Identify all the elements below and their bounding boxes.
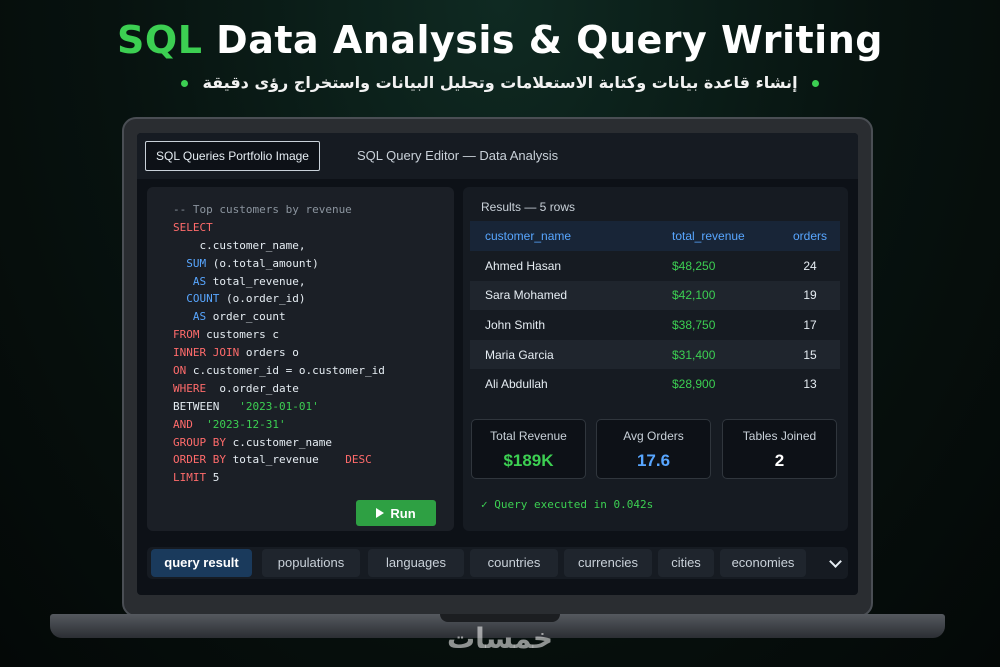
play-icon — [376, 508, 385, 518]
code-limit: 5 — [206, 471, 220, 485]
kw-from: FROM — [173, 328, 200, 342]
table-row[interactable]: Maria Garcia $31,400 15 — [470, 339, 840, 370]
tab-economies[interactable]: economies — [720, 549, 806, 577]
results-table: customer_name total_revenue orders Ahmed… — [470, 221, 840, 399]
kw-between: BETWEEN — [173, 399, 220, 413]
kw-and: AND — [173, 417, 193, 431]
page-title: SQL Data Analysis & Query Writing — [0, 18, 1000, 62]
table-row[interactable]: Ali Abdullah $28,900 13 — [470, 369, 840, 399]
run-button[interactable]: Run — [356, 500, 436, 526]
tab-portfolio[interactable]: SQL Queries Portfolio Image — [145, 141, 320, 171]
stat-card-avg-orders: Avg Orders 17.6 — [596, 419, 711, 479]
col-header-revenue[interactable]: total_revenue — [672, 229, 780, 243]
code-alias: total_revenue, — [206, 274, 306, 288]
code-date-end: '2023-12-31' — [206, 417, 286, 431]
title-accent: SQL — [117, 18, 203, 62]
exec-status: ✓ Query executed in 0.042s — [481, 498, 654, 511]
code-sum-arg: (o.total_amount) — [206, 256, 319, 270]
cell-customer: Sara Mohamed — [485, 288, 568, 303]
stat-value: 2 — [774, 451, 785, 470]
cell-orders: 15 — [803, 347, 817, 362]
table-row[interactable]: Sara Mohamed $42,100 19 — [470, 280, 840, 311]
table-row[interactable]: Ahmed Hasan $48,250 24 — [470, 251, 840, 281]
chevron-down-icon[interactable] — [829, 555, 842, 568]
stat-card-total-revenue: Total Revenue $189K — [471, 419, 586, 479]
cell-orders: 13 — [803, 377, 817, 392]
code-col: c.customer_name, — [199, 238, 306, 252]
sql-code: -- Top customers by revenue SELECT c.cus… — [173, 201, 385, 487]
stat-value: 17.6 — [636, 451, 671, 470]
tab-populations[interactable]: populations — [262, 549, 360, 577]
cell-orders: 24 — [803, 258, 817, 273]
stat-label: Total Revenue — [490, 429, 567, 443]
watermark-logo: خمسات — [446, 622, 554, 655]
cell-revenue: $42,100 — [672, 288, 716, 303]
cell-customer: Maria Garcia — [485, 347, 554, 362]
code-alias: order_count — [206, 310, 286, 324]
bullet-dot-icon — [811, 80, 819, 87]
code-count-arg: (o.order_id) — [219, 292, 306, 306]
tab-languages[interactable]: languages — [368, 549, 464, 577]
stat-card-tables-joined: Tables Joined 2 — [722, 419, 837, 479]
kw-select: SELECT — [173, 220, 213, 234]
laptop-notch — [440, 614, 560, 622]
bottom-tab-bar: query result populations languages count… — [147, 547, 848, 579]
tab-countries[interactable]: countries — [470, 549, 558, 577]
subtitle: إنشاء قاعدة بيانات وكتابة الاستعلامات وت… — [0, 73, 1000, 92]
cell-customer: Ali Abdullah — [485, 377, 548, 392]
cell-orders: 19 — [803, 288, 817, 303]
code-on: c.customer_id = o.customer_id — [186, 364, 385, 378]
code-comment: -- Top customers by revenue — [173, 203, 352, 216]
stat-label: Tables Joined — [742, 429, 817, 443]
kw-on: ON — [173, 364, 187, 378]
table-row[interactable]: John Smith $38,750 17 — [470, 310, 840, 340]
code-order: total_revenue — [225, 453, 319, 467]
cell-revenue: $38,750 — [672, 317, 716, 332]
bullet-dot-icon — [181, 80, 189, 87]
cell-revenue: $28,900 — [672, 377, 716, 392]
stat-value: $189K — [503, 451, 554, 470]
kw-group: GROUP BY — [173, 435, 226, 449]
tab-currencies[interactable]: currencies — [564, 549, 652, 577]
cell-revenue: $48,250 — [672, 258, 716, 273]
cell-orders: 17 — [803, 317, 817, 332]
table-header: customer_name total_revenue orders — [470, 221, 840, 251]
results-panel: Results — 5 rows customer_name total_rev… — [463, 187, 848, 531]
cell-revenue: $31,400 — [672, 347, 716, 362]
kw-as: AS — [192, 274, 207, 288]
col-header-orders[interactable]: orders — [780, 229, 840, 243]
fn-count: COUNT — [186, 292, 220, 306]
stat-label: Avg Orders — [623, 429, 684, 443]
kw-join: INNER JOIN — [173, 346, 240, 360]
laptop-screen: SQL Queries Portfolio Image SQL Query Ed… — [137, 133, 858, 595]
title-rest: Data Analysis & Query Writing — [216, 18, 883, 62]
code-join: orders o — [239, 346, 299, 360]
code-editor[interactable]: -- Top customers by revenue SELECT c.cus… — [147, 187, 454, 531]
cell-customer: John Smith — [485, 317, 546, 332]
kw-as: AS — [192, 310, 207, 324]
col-header-customer[interactable]: customer_name — [470, 229, 672, 243]
code-where: o.order_date — [206, 381, 299, 395]
fn-sum: SUM — [186, 256, 207, 270]
kw-where: WHERE — [173, 381, 207, 395]
kw-desc: DESC — [345, 453, 372, 467]
code-from: customers c — [199, 328, 279, 342]
editor-title: SQL Query Editor — Data Analysis — [357, 148, 559, 163]
tab-query-result[interactable]: query result — [151, 549, 252, 577]
code-group: c.customer_name — [225, 435, 332, 449]
cell-customer: Ahmed Hasan — [485, 258, 562, 273]
kw-order: ORDER BY — [173, 453, 226, 467]
code-date-start: '2023-0‍1-01' — [239, 399, 319, 413]
run-label: Run — [390, 505, 416, 521]
kw-limit: LIMIT — [173, 471, 207, 485]
top-bar: SQL Queries Portfolio Image SQL Query Ed… — [137, 133, 858, 179]
results-title: Results — 5 rows — [481, 200, 576, 214]
tab-cities[interactable]: cities — [658, 549, 714, 577]
subtitle-text: إنشاء قاعدة بيانات وكتابة الاستعلامات وت… — [202, 73, 798, 92]
